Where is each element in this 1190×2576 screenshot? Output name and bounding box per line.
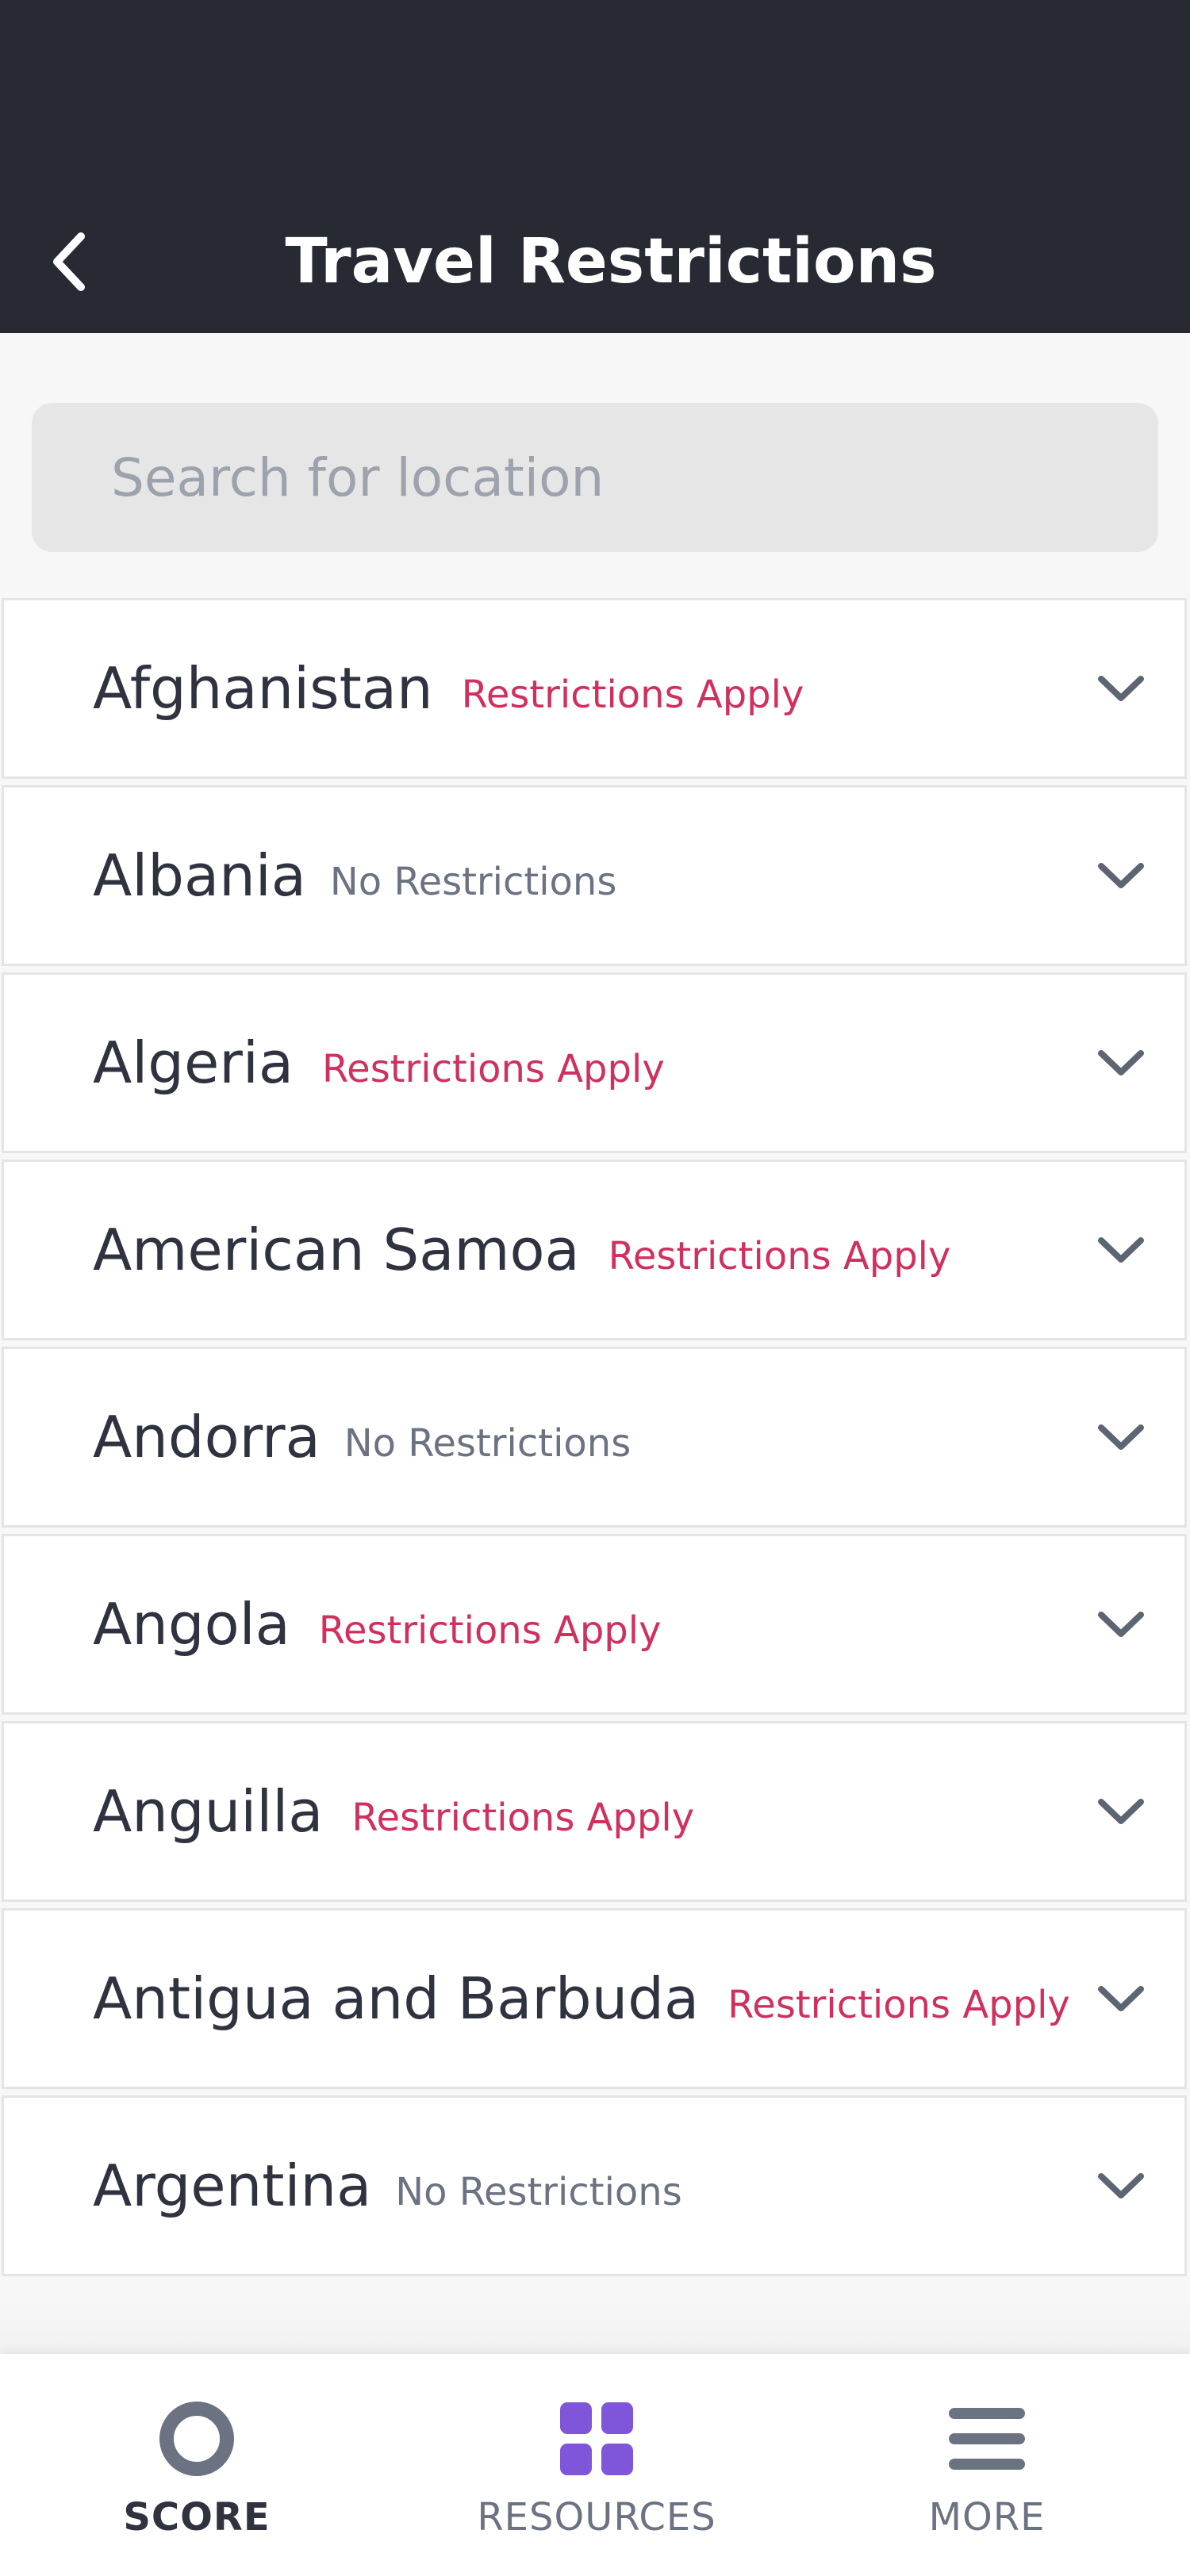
country-name: Algeria (93, 1029, 294, 1096)
country-name: Anguilla (93, 1778, 324, 1845)
list-fade (0, 2300, 1190, 2356)
country-row[interactable]: Andorra No Restrictions (2, 1347, 1187, 1528)
country-row[interactable]: Afghanistan Restrictions Apply (2, 598, 1187, 779)
restriction-status: Restrictions Apply (608, 1234, 951, 1278)
country-row[interactable]: Angola Restrictions Apply (2, 1534, 1187, 1715)
tab-score[interactable]: SCORE (38, 2354, 355, 2576)
country-name: Afghanistan (93, 655, 433, 722)
restriction-status: No Restrictions (395, 2170, 682, 2214)
country-row-content: American Samoa Restrictions Apply (93, 1162, 950, 1338)
country-name: Argentina (93, 2152, 372, 2219)
page-title: Travel Restrictions (285, 226, 937, 297)
restriction-status: Restrictions Apply (727, 1983, 1070, 2027)
chevron-down-icon[interactable] (1092, 600, 1150, 776)
restriction-status: No Restrictions (329, 860, 617, 904)
back-button[interactable] (32, 214, 111, 309)
restriction-status: Restrictions Apply (351, 1796, 695, 1840)
country-row[interactable]: Antigua and Barbuda Restrictions Apply (2, 1908, 1187, 2089)
chevron-down-icon[interactable] (1092, 975, 1150, 1151)
restriction-status: Restrictions Apply (318, 1608, 662, 1653)
country-row[interactable]: American Samoa Restrictions Apply (2, 1160, 1187, 1340)
chevron-left-icon (53, 232, 85, 291)
country-name: American Samoa (93, 1217, 580, 1283)
country-row[interactable]: Argentina No Restrictions (2, 2095, 1187, 2276)
search-input[interactable] (32, 403, 1158, 552)
tab-more[interactable]: MORE (828, 2354, 1146, 2576)
country-row-content: Anguilla Restrictions Apply (93, 1723, 694, 1899)
bottom-tab-bar: SCORE RESOURCES MORE (0, 2354, 1190, 2576)
grid-icon (438, 2395, 755, 2482)
country-row-content: Afghanistan Restrictions Apply (93, 600, 804, 776)
country-row-content: Antigua and Barbuda Restrictions Apply (93, 1911, 1070, 2087)
country-name: Antigua and Barbuda (93, 1965, 700, 2032)
menu-icon (828, 2395, 1146, 2482)
chevron-down-icon[interactable] (1092, 1349, 1150, 1525)
chevron-down-icon[interactable] (1092, 1536, 1150, 1712)
chevron-down-icon[interactable] (1092, 1723, 1150, 1899)
app-header: Travel Restrictions (0, 0, 1190, 333)
country-row[interactable]: Anguilla Restrictions Apply (2, 1721, 1187, 1902)
country-row[interactable]: Albania No Restrictions (2, 785, 1187, 966)
tab-resources[interactable]: RESOURCES (438, 2354, 755, 2576)
country-name: Andorra (93, 1404, 321, 1470)
restriction-status: No Restrictions (344, 1421, 631, 1466)
country-row-content: Andorra No Restrictions (93, 1349, 631, 1525)
chevron-down-icon[interactable] (1092, 1911, 1150, 2087)
chevron-down-icon[interactable] (1092, 788, 1150, 964)
search-bar (0, 333, 1190, 598)
chevron-down-icon[interactable] (1092, 1162, 1150, 1338)
restriction-status: Restrictions Apply (321, 1047, 665, 1091)
country-row-content: Angola Restrictions Apply (93, 1536, 662, 1712)
country-name: Angola (93, 1591, 290, 1658)
country-row-content: Algeria Restrictions Apply (93, 975, 665, 1151)
tab-resources-label: RESOURCES (477, 2495, 716, 2540)
tab-more-label: MORE (928, 2495, 1046, 2540)
restriction-status: Restrictions Apply (461, 673, 804, 717)
ring-icon (38, 2395, 355, 2482)
country-name: Albania (93, 842, 306, 909)
country-row-content: Albania No Restrictions (93, 788, 616, 964)
chevron-down-icon[interactable] (1092, 2098, 1150, 2274)
country-row-content: Argentina No Restrictions (93, 2098, 682, 2274)
country-row[interactable]: Algeria Restrictions Apply (2, 972, 1187, 1153)
tab-score-label: SCORE (123, 2495, 271, 2540)
